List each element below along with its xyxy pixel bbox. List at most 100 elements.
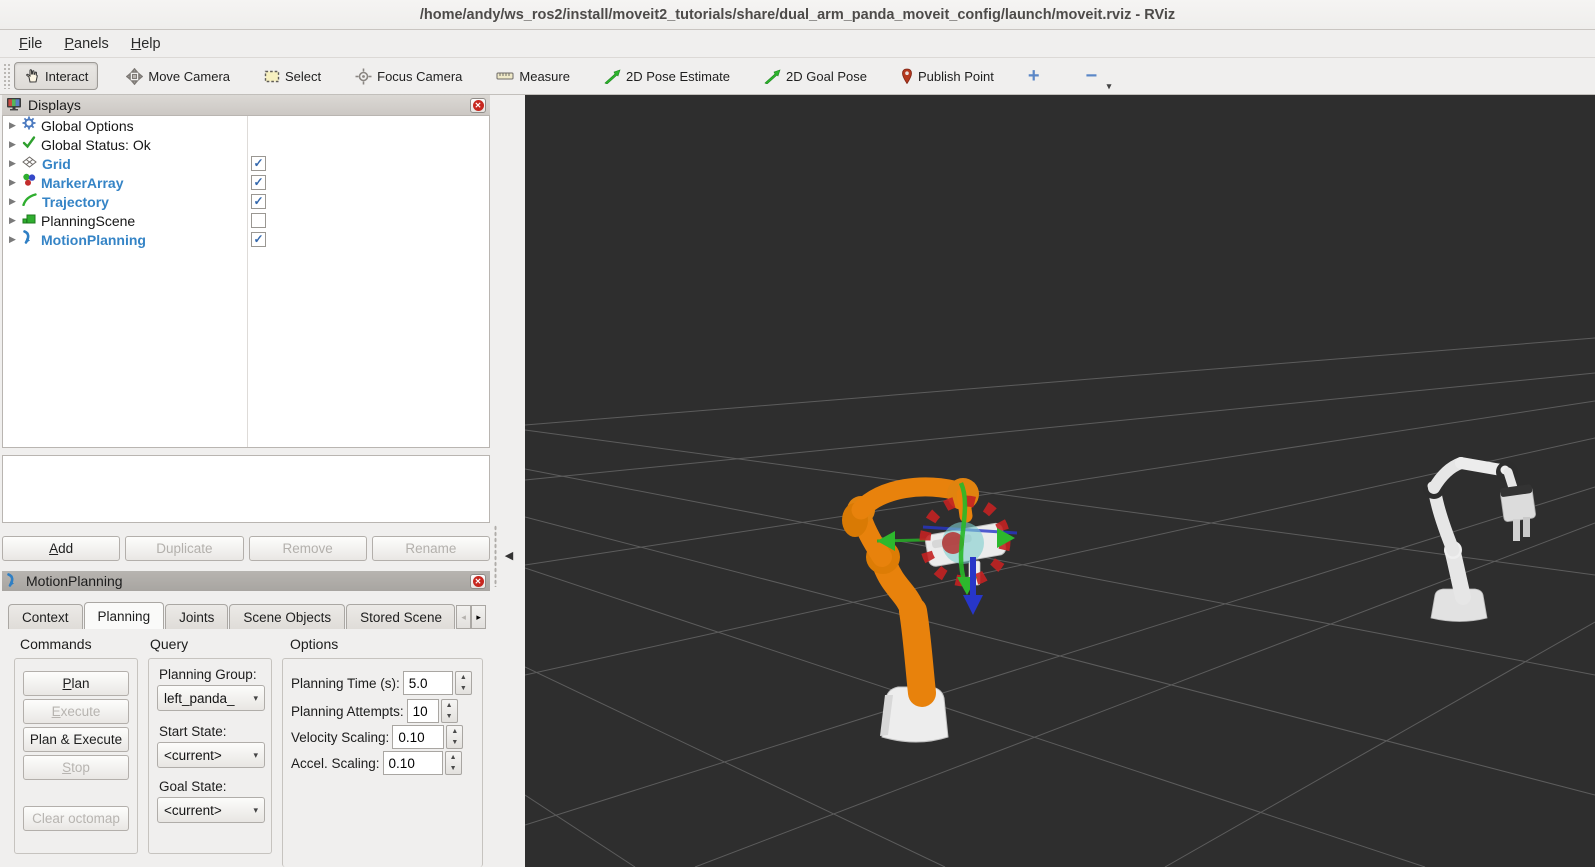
spin-up-icon[interactable]: ▲ [456, 672, 471, 683]
display-row-motion-planning[interactable]: ▶ MotionPlanning ✓ [3, 230, 489, 249]
expander-icon[interactable]: ▶ [9, 215, 17, 226]
select-tool-button[interactable]: Select [254, 62, 331, 90]
stop-button[interactable]: Stop [23, 755, 129, 780]
menu-help[interactable]: Help [122, 33, 170, 55]
displays-close-button[interactable]: ✕ [470, 97, 486, 113]
plan-and-execute-button[interactable]: Plan & Execute [23, 727, 129, 752]
window-titlebar[interactable]: /home/andy/ws_ros2/install/moveit2_tutor… [0, 0, 1595, 30]
options-section-label: Options [290, 636, 339, 652]
status-check-icon [22, 135, 36, 154]
duplicate-display-button[interactable]: Duplicate [125, 536, 244, 561]
publish-point-tool-button[interactable]: Publish Point [891, 62, 1004, 90]
motion-planning-panel-header[interactable]: MotionPlanning ✕ [2, 571, 490, 591]
rename-display-button[interactable]: Rename [371, 536, 490, 561]
tab-scene-objects[interactable]: Scene Objects [229, 604, 346, 629]
spin-down-icon[interactable]: ▼ [447, 737, 462, 748]
interact-tool-label: Interact [45, 68, 89, 84]
expander-icon[interactable]: ▶ [9, 158, 17, 169]
clear-octomap-button[interactable]: Clear octomap [23, 806, 129, 831]
goal-pose-tool-button[interactable]: 2D Goal Pose [754, 63, 877, 90]
displays-tree: ▶ Global Options ▶ Global Status: Ok ▶ G… [2, 115, 490, 448]
tab-planning[interactable]: Planning [83, 602, 165, 629]
grid-checkbox[interactable]: ✓ [251, 156, 266, 171]
add-display-button[interactable]: Add [2, 536, 121, 561]
dropdown-caret-icon: ▾ [1106, 80, 1112, 91]
pose-estimate-tool-label: 2D Pose Estimate [625, 68, 731, 84]
display-row-label: Grid [42, 155, 71, 172]
trajectory-checkbox[interactable]: ✓ [251, 194, 266, 209]
planning-attempts-stepper[interactable]: ▲ ▼ [440, 699, 458, 723]
spin-up-icon[interactable]: ▲ [446, 752, 461, 763]
move-camera-tool-label: Move Camera [148, 68, 230, 84]
accel-scaling-stepper[interactable]: ▲ ▼ [444, 751, 462, 775]
displays-panel-header[interactable]: Displays ✕ [2, 95, 490, 115]
planning-group-label: Planning Group: [159, 667, 257, 682]
velocity-scaling-stepper[interactable]: ▲ ▼ [446, 725, 464, 749]
tab-scroll-left-button[interactable]: ◂ [456, 605, 472, 629]
expander-icon[interactable]: ▶ [9, 139, 17, 150]
velocity-scaling-label: Velocity Scaling: [291, 729, 390, 745]
crosshair-icon [355, 68, 372, 85]
motion-planning-close-button[interactable]: ✕ [470, 573, 486, 589]
remove-display-button[interactable]: Remove [248, 536, 367, 561]
measure-tool-button[interactable]: Measure [486, 63, 580, 90]
motion-planning-tabs: Context Planning Joints Scene Objects St… [8, 602, 490, 629]
accel-scaling-input[interactable]: 0.10 [382, 751, 443, 775]
spin-down-icon[interactable]: ▼ [446, 763, 461, 774]
3d-viewport[interactable] [525, 95, 1595, 867]
planning-group-value: left_panda_ [164, 690, 235, 706]
start-state-dropdown[interactable]: <current> ▾ [157, 742, 265, 768]
splitter-collapse-arrow[interactable]: ◀ [501, 547, 517, 565]
right-panda-robot [1423, 457, 1536, 622]
spin-up-icon[interactable]: ▲ [447, 726, 462, 737]
tab-joints[interactable]: Joints [165, 604, 229, 629]
panel-splitter[interactable] [494, 525, 497, 587]
expander-icon[interactable]: ▶ [9, 177, 17, 188]
pose-estimate-tool-button[interactable]: 2D Pose Estimate [594, 63, 740, 90]
display-row-grid[interactable]: ▶ Grid ✓ [3, 154, 489, 173]
interact-tool-button[interactable]: Interact [14, 62, 99, 90]
display-row-global-options[interactable]: ▶ Global Options [3, 116, 489, 135]
menu-file[interactable]: File [10, 33, 51, 55]
expander-icon[interactable]: ▶ [9, 120, 17, 131]
planning-time-input[interactable]: 5.0 [402, 671, 453, 695]
planning-attempts-input[interactable]: 10 [406, 699, 439, 723]
spin-down-icon[interactable]: ▼ [442, 711, 457, 722]
publish-point-tool-label: Publish Point [917, 68, 994, 84]
viewport-scene [525, 337, 1595, 867]
velocity-scaling-input[interactable]: 0.10 [392, 725, 445, 749]
execute-button[interactable]: Execute [23, 699, 129, 724]
add-tool-button[interactable]: + [1018, 65, 1050, 88]
expander-icon[interactable]: ▶ [9, 196, 17, 207]
plan-button[interactable]: Plan [23, 671, 129, 696]
tab-scroll-right-button[interactable]: ▸ [471, 605, 487, 629]
tab-context[interactable]: Context [8, 604, 83, 629]
move-arrows-icon [126, 67, 144, 85]
planning-scene-checkbox[interactable] [251, 213, 266, 228]
planning-time-stepper[interactable]: ▲ ▼ [454, 671, 472, 695]
move-camera-tool-button[interactable]: Move Camera [116, 62, 240, 91]
toolbar: Interact Move Camera Select Focus Camera… [0, 57, 1595, 95]
display-row-global-status[interactable]: ▶ Global Status: Ok [3, 135, 489, 154]
display-row-trajectory[interactable]: ▶ Trajectory ✓ [3, 192, 489, 211]
expander-icon[interactable]: ▶ [9, 234, 17, 245]
planning-group-dropdown[interactable]: left_panda_ ▾ [157, 685, 265, 711]
display-row-marker-array[interactable]: ▶ MarkerArray ✓ [3, 173, 489, 192]
focus-camera-tool-button[interactable]: Focus Camera [345, 62, 472, 91]
spin-up-icon[interactable]: ▲ [442, 700, 457, 711]
accel-scaling-row: Accel. Scaling: 0.10 ▲ ▼ [291, 750, 462, 776]
remove-tool-button[interactable]: − ▾ [1076, 65, 1112, 91]
display-row-planning-scene[interactable]: ▶ PlanningScene [3, 211, 489, 230]
motion-planning-checkbox[interactable]: ✓ [251, 232, 266, 247]
tab-stored-scenes[interactable]: Stored Scene [346, 604, 456, 629]
goal-state-dropdown[interactable]: <current> ▾ [157, 797, 265, 823]
spin-down-icon[interactable]: ▼ [456, 683, 471, 694]
toolbar-drag-handle[interactable] [3, 63, 10, 89]
marker-array-checkbox[interactable]: ✓ [251, 175, 266, 190]
menu-panels[interactable]: Panels [55, 33, 117, 55]
hand-cursor-icon [24, 68, 40, 84]
grid-icon [22, 155, 37, 173]
display-row-label: PlanningScene [41, 212, 136, 229]
planning-attempts-row: Planning Attempts: 10 ▲ ▼ [291, 698, 458, 724]
display-row-label: Global Status: Ok [41, 136, 151, 153]
